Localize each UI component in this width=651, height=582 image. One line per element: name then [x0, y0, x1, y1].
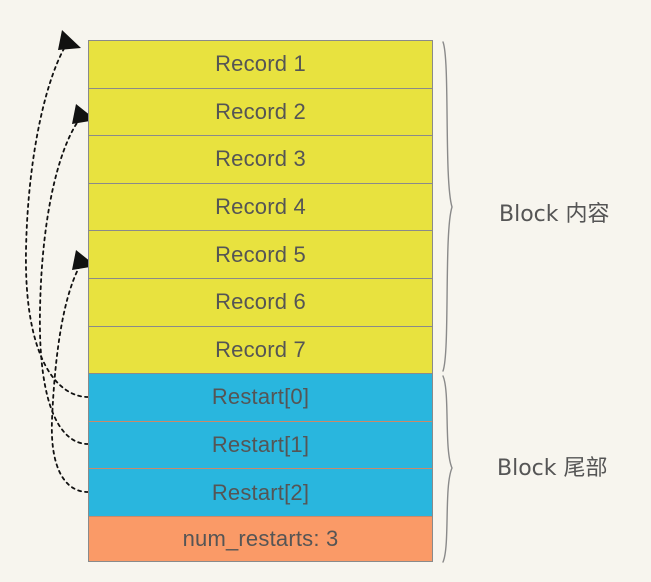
table-row: Restart[1] — [89, 421, 432, 470]
block-layout-table: Record 1 Record 2 Record 3 Record 4 Reco… — [88, 40, 433, 562]
table-row: Record 7 — [89, 326, 432, 375]
bracket-label-block-footer: Block 尾部 — [497, 456, 608, 481]
row-label: Restart[1] — [211, 432, 310, 458]
row-label: Record 6 — [215, 289, 306, 315]
table-row: Record 6 — [89, 278, 432, 327]
row-label: Record 5 — [215, 241, 306, 267]
table-row: Restart[2] — [89, 469, 432, 517]
table-row: Record 1 — [89, 41, 432, 89]
table-row: Record 4 — [89, 183, 432, 232]
diagram-canvas: Record 1 Record 2 Record 3 Record 4 Reco… — [0, 0, 651, 582]
bracket-block-footer — [442, 375, 453, 563]
row-label: num_restarts: 3 — [182, 525, 339, 551]
row-label: Restart[0] — [211, 384, 310, 410]
row-label: Restart[2] — [211, 479, 310, 505]
row-label: Record 1 — [215, 51, 306, 77]
row-label: Record 7 — [215, 336, 306, 362]
row-label: Record 3 — [215, 146, 306, 172]
table-row: num_restarts: 3 — [89, 516, 432, 561]
table-row: Record 5 — [89, 231, 432, 279]
row-label: Record 2 — [215, 98, 306, 124]
row-label: Record 4 — [215, 194, 306, 220]
pointer-arrow-restart0-to-record1 — [25, 30, 89, 398]
bracket-label-block-content: Block 内容 — [499, 202, 610, 227]
table-row: Record 2 — [89, 88, 432, 137]
table-row: Record 3 — [89, 136, 432, 184]
bracket-block-content — [442, 41, 453, 372]
table-row: Restart[0] — [89, 374, 432, 422]
